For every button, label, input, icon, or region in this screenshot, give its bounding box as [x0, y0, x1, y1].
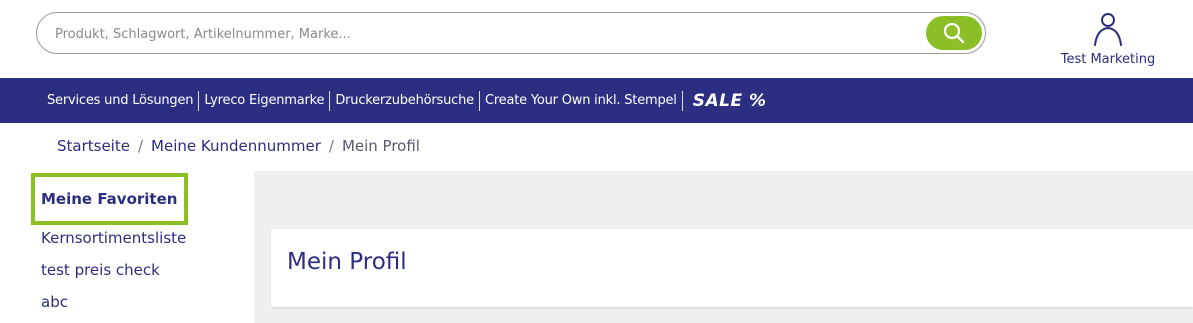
- nav-item-eigenmarke[interactable]: Lyreco Eigenmarke: [199, 93, 329, 108]
- sidebar-item-abc[interactable]: abc: [41, 293, 68, 311]
- header: Test Marketing: [0, 0, 1193, 78]
- breadcrumb-current: Mein Profil: [341, 137, 420, 155]
- breadcrumb-customer-number[interactable]: Meine Kundennummer: [151, 137, 321, 155]
- breadcrumb-separator: /: [328, 137, 334, 155]
- nav-item-druckerzubehoer[interactable]: Druckerzubehörsuche: [330, 93, 479, 108]
- nav-item-create-your-own[interactable]: Create Your Own inkl. Stempel: [480, 93, 682, 108]
- sidebar: Meine Favoriten Kernsortimentsliste test…: [0, 171, 254, 323]
- nav-item-sale[interactable]: SALE %: [683, 91, 777, 111]
- page-title: Mein Profil: [287, 249, 407, 275]
- nav-divider: [478, 90, 480, 111]
- nav-divider: [198, 90, 200, 111]
- breadcrumb: Startseite / Meine Kundennummer / Mein Profi…: [57, 137, 420, 159]
- nav-item-services[interactable]: Services und Lösungen: [42, 93, 198, 108]
- breadcrumb-separator: /: [137, 137, 144, 155]
- sidebar-item-favorites[interactable]: Meine Favoriten: [31, 173, 188, 225]
- profile-card: Mein Profil: [271, 229, 1193, 307]
- sidebar-item-preis-check[interactable]: test preis check: [41, 261, 160, 279]
- user-account[interactable]: Test Marketing: [1046, 12, 1170, 72]
- breadcrumb-home[interactable]: Startseite: [57, 137, 130, 155]
- user-name: Test Marketing: [1060, 52, 1156, 67]
- main-content: Mein Profil: [254, 171, 1193, 323]
- search-icon: [943, 22, 965, 44]
- main-navigation: Services und Lösungen Lyreco Eigenmarke …: [0, 78, 1193, 123]
- user-icon: [1094, 13, 1122, 46]
- nav-divider: [329, 90, 331, 111]
- search-input[interactable]: [53, 13, 917, 55]
- nav-divider: [681, 90, 683, 111]
- sidebar-item-kernsortiment[interactable]: Kernsortimentsliste: [41, 229, 186, 247]
- search-bar: [36, 12, 986, 55]
- search-button[interactable]: [926, 16, 982, 50]
